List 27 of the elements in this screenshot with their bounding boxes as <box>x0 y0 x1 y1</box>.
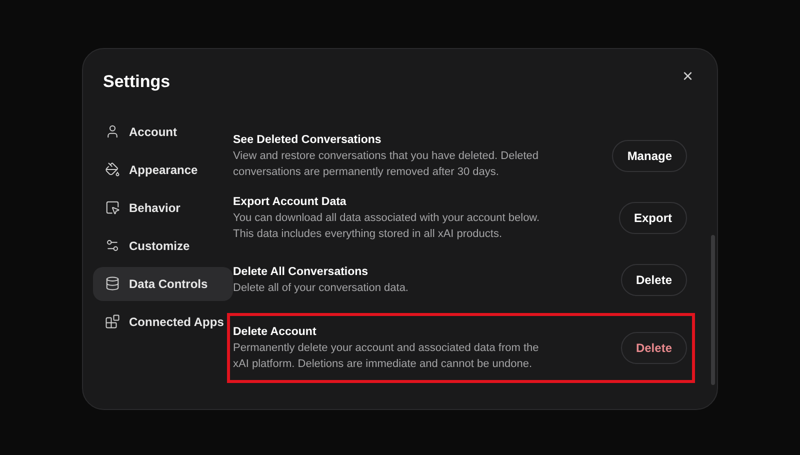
action-button[interactable]: Delete <box>620 264 687 296</box>
setting-description: You can download all data associated with your account below. This data includes everything stored in all xAI products. <box>233 211 541 242</box>
sidebar-item[interactable]: Appearance <box>93 152 233 186</box>
scrollbar-thumb[interactable] <box>711 235 715 385</box>
sidebar-item[interactable]: Customize <box>93 228 233 262</box>
sidebar-item[interactable]: Connected Apps <box>93 304 233 338</box>
sliders-icon <box>105 238 120 253</box>
close-button[interactable]: × <box>682 67 693 85</box>
blocks-icon <box>105 314 120 329</box>
setting-title: Delete Account <box>233 325 318 340</box>
setting-title: Export Account Data <box>233 195 348 210</box>
pointer-square-icon <box>105 200 120 215</box>
setting-description: Delete all of your conversation data. <box>233 281 410 296</box>
sidebar-item[interactable]: Behavior <box>93 190 233 224</box>
sidebar-item[interactable]: Data Controls <box>93 266 233 300</box>
action-button[interactable]: Manage <box>612 140 687 172</box>
paint-bucket-icon <box>105 162 120 177</box>
setting-description: View and restore conversations that you have deleted. Deleted conversations are permanently removed after 30 days. <box>233 149 540 180</box>
database-icon <box>105 276 120 291</box>
dialog-title: Settings <box>102 71 172 93</box>
action-button[interactable]: Export <box>618 202 687 234</box>
setting-description: Permanently delete your account and associated data from the xAI platform. Deletions are immediate and cannot be undone. <box>233 341 540 372</box>
sidebar-item[interactable]: Account <box>93 114 233 148</box>
setting-title: See Deleted Conversations <box>233 133 382 148</box>
person-icon <box>105 124 120 139</box>
setting-title: Delete All Conversations <box>233 265 370 280</box>
delete-account-button[interactable]: Delete <box>620 332 687 364</box>
